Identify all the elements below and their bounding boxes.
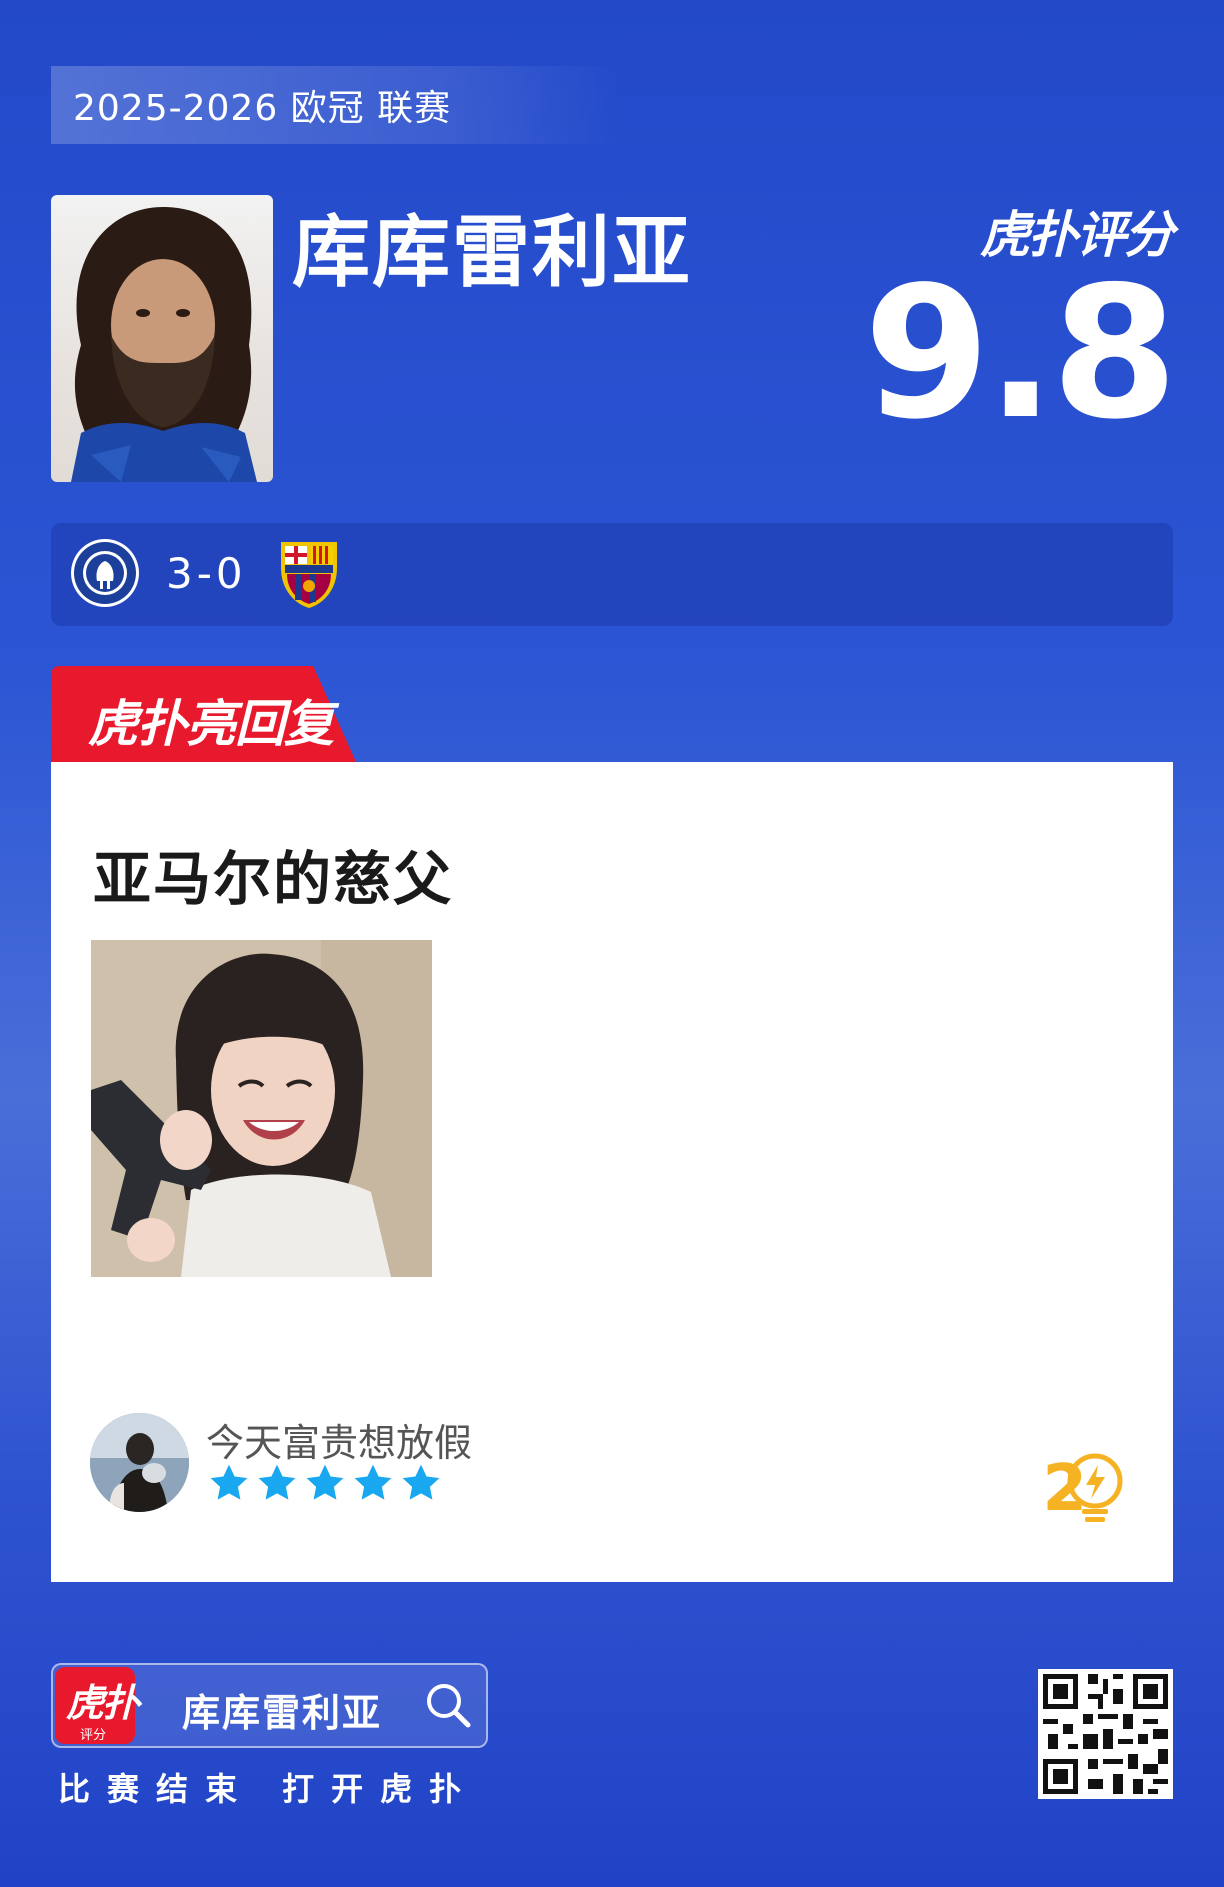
star-icon	[258, 1464, 296, 1500]
star-icon	[354, 1464, 392, 1500]
player-name: 库库雷利亚	[292, 208, 693, 298]
star-icon	[210, 1464, 248, 1500]
match-score: 3-0	[166, 549, 247, 598]
season-label: 2025-2026 欧冠 联赛	[51, 66, 621, 144]
highlight-tag-label: 虎扑亮回复	[88, 695, 334, 753]
search-icon[interactable]	[423, 1680, 473, 1730]
app-logo-text: 虎扑	[66, 1681, 140, 1725]
star-icon	[306, 1464, 344, 1500]
qr-code[interactable]	[1038, 1669, 1173, 1799]
star-icon	[402, 1464, 440, 1500]
reply-text: 亚马尔的慈父	[93, 845, 454, 913]
search-query[interactable]: 库库雷利亚	[182, 1682, 382, 1737]
reply-image[interactable]	[91, 940, 432, 1277]
lightbulb-icon[interactable]	[1064, 1453, 1126, 1523]
barcelona-crest-icon	[277, 538, 341, 610]
footer-caption: 比赛结束 打开虎扑	[58, 1770, 479, 1808]
rating-score: 9.8	[863, 247, 1178, 459]
user-rating-stars	[208, 1462, 442, 1504]
reply-username[interactable]: 今天富贵想放假	[206, 1412, 472, 1467]
chelsea-crest-icon	[69, 537, 141, 609]
user-avatar[interactable]	[90, 1413, 189, 1512]
app-logo-subtext: 评分	[80, 1728, 107, 1743]
player-photo	[51, 195, 273, 482]
